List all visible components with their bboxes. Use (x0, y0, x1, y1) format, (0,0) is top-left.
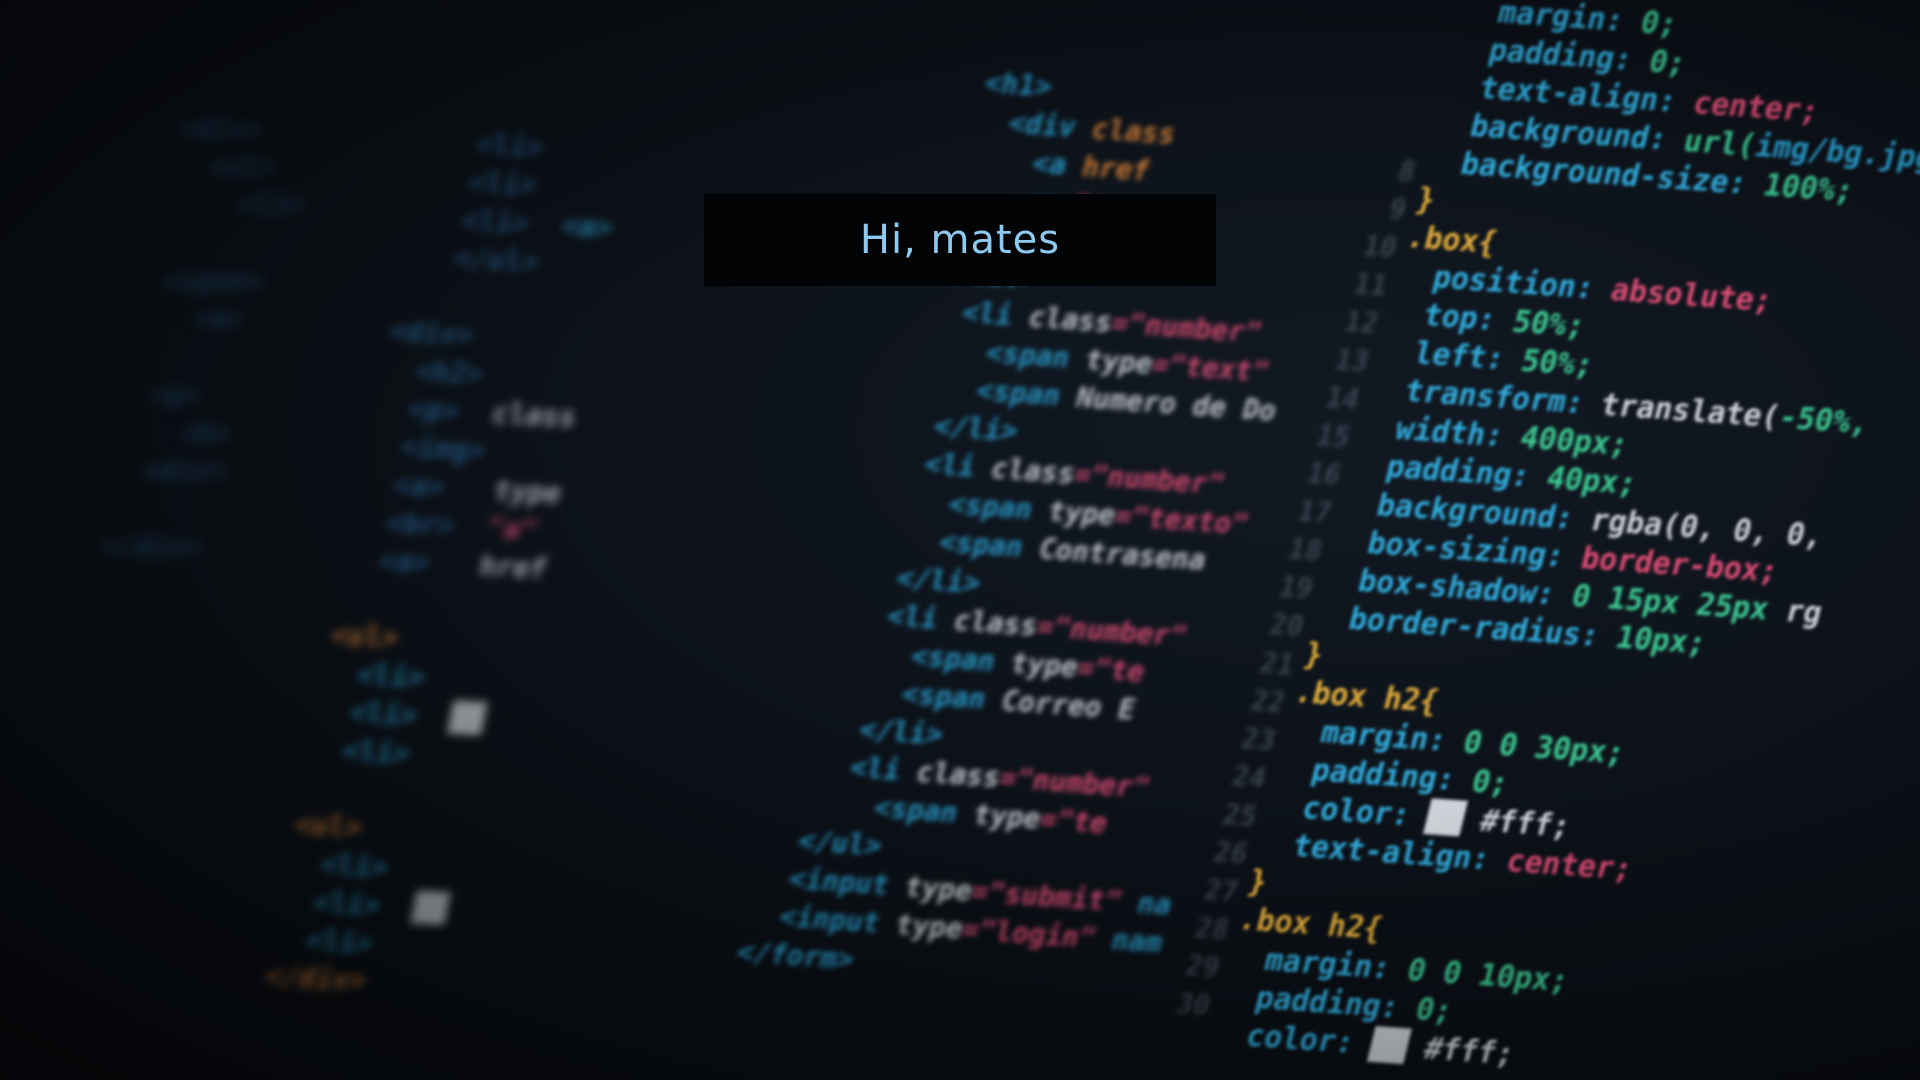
blurred-code-left: <div> <ul> <li> <span> <a> <p> <b> <div>… (82, 112, 308, 563)
video-frame: <div> <ul> <li> <span> <a> <p> <b> <div>… (0, 0, 1920, 1080)
caption-text: Hi, mates (859, 217, 1061, 263)
subtitle-caption: Hi, mates (704, 194, 1216, 286)
